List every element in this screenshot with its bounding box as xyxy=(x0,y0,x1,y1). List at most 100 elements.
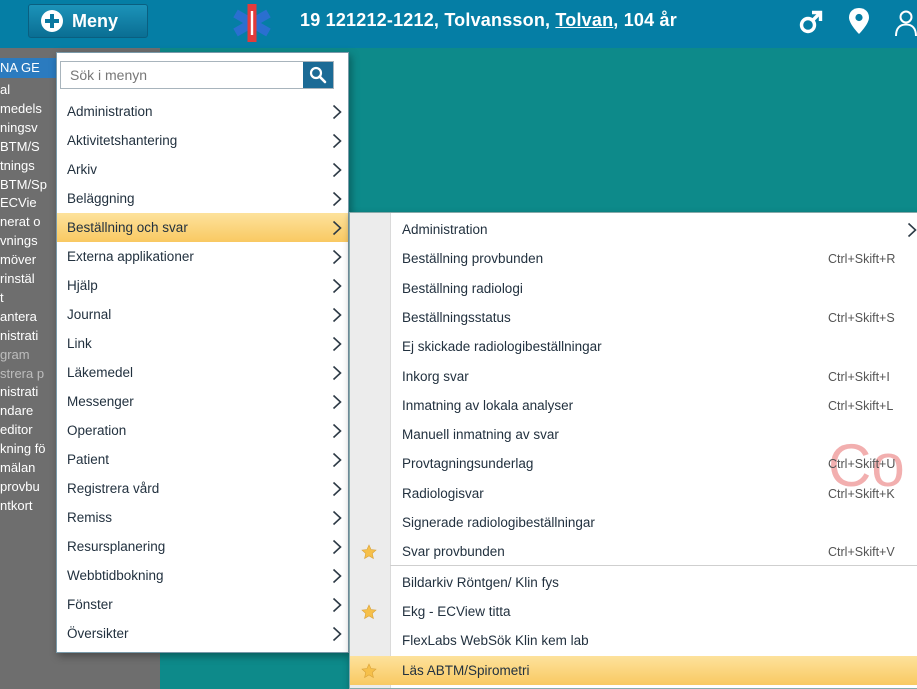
submenu-item-ekg-ecview-titta[interactable]: Ekg - ECView titta xyxy=(350,597,917,626)
menu-item-webbtidbokning[interactable]: Webbtidbokning xyxy=(57,561,348,590)
submenu-item-label: Signerade radiologibeställningar xyxy=(402,515,595,530)
submenu-item-label: Ekg - ECView titta xyxy=(402,603,511,619)
menu-item-label: Arkiv xyxy=(67,162,97,177)
menu-item-hjalp[interactable]: Hjälp xyxy=(57,271,348,300)
submenu-item-bestallning-provbunden[interactable]: Beställning provbunden Ctrl+Skift+R xyxy=(350,244,917,273)
chevron-right-icon xyxy=(332,481,342,497)
chevron-right-icon xyxy=(332,597,342,613)
menu-item-externa-applikationer[interactable]: Externa applikationer xyxy=(57,242,348,271)
menu-item-administration[interactable]: Administration xyxy=(57,97,348,126)
menu-item-resursplanering[interactable]: Resursplanering xyxy=(57,532,348,561)
menu-item-label: Messenger xyxy=(67,394,134,409)
main-menu: Administration Aktivitetshantering Arkiv Be… xyxy=(56,52,349,653)
keyboard-shortcut: Ctrl+Skift+U xyxy=(828,457,896,472)
submenu-item-label: Manuell inmatning av svar xyxy=(402,427,559,443)
keyboard-shortcut: Ctrl+Skift+V xyxy=(828,545,895,560)
keyboard-shortcut: Ctrl+Skift+L xyxy=(828,398,894,413)
menu-item-label: Webbtidbokning xyxy=(67,568,164,583)
chevron-right-icon xyxy=(332,365,342,381)
menu-item-label: Hjälp xyxy=(67,278,98,293)
menu-item-label: Externa applikationer xyxy=(67,249,194,264)
top-bar: Meny 19 121212-1212, Tolvansson, Tolvan,… xyxy=(0,0,917,48)
user-icon[interactable] xyxy=(894,9,917,37)
submenu-item-inkorg-svar[interactable]: Inkorg svar Ctrl+Skift+I xyxy=(350,362,917,391)
submenu-item-label: Bildarkiv Röntgen/ Klin fys xyxy=(402,574,559,590)
plus-icon xyxy=(41,10,63,32)
menu-item-arkiv[interactable]: Arkiv xyxy=(57,155,348,184)
patient-nickname[interactable]: Tolvan xyxy=(555,10,613,30)
menu-item-oversikter[interactable]: Översikter xyxy=(57,619,348,648)
patient-id: 19 121212-1212, xyxy=(300,10,440,30)
menu-list: Administration Aktivitetshantering Arkiv Be… xyxy=(57,97,348,648)
menu-item-journal[interactable]: Journal xyxy=(57,300,348,329)
submenu-item-inmatning-av-lokala-analyser[interactable]: Inmatning av lokala analyser Ctrl+Skift+L xyxy=(350,391,917,420)
menu-search-input[interactable] xyxy=(61,62,301,88)
chevron-right-icon xyxy=(332,191,342,207)
chevron-right-icon xyxy=(332,539,342,555)
keyboard-shortcut: Ctrl+Skift+K xyxy=(828,486,895,501)
menu-item-registrera-vard[interactable]: Registrera vård xyxy=(57,474,348,503)
submenu-item-label: FlexLabs WebSök Klin kem lab xyxy=(402,633,589,649)
menu-item-label: Läkemedel xyxy=(67,365,134,380)
favorite-star-icon[interactable] xyxy=(361,662,377,679)
chevron-right-icon xyxy=(332,133,342,149)
chevron-right-icon xyxy=(332,220,342,236)
submenu-item-signerade-radiologibestallningar[interactable]: Signerade radiologibeställningar xyxy=(350,508,917,537)
submenu-item-label: Provtagningsunderlag xyxy=(402,456,534,472)
submenu-item-administration[interactable]: Administration xyxy=(350,215,917,244)
menu-item-belaggning[interactable]: Beläggning xyxy=(57,184,348,213)
menu-item-bestallning-och-svar[interactable]: Beställning och svar xyxy=(57,213,348,242)
search-button[interactable] xyxy=(303,62,333,88)
menu-item-messenger[interactable]: Messenger xyxy=(57,387,348,416)
menu-item-operation[interactable]: Operation xyxy=(57,416,348,445)
submenu-item-label: Radiologisvar xyxy=(402,485,484,501)
menu-button-label: Meny xyxy=(72,10,119,31)
submenu-item-label: Beställningsstatus xyxy=(402,309,511,325)
chevron-right-icon xyxy=(332,162,342,178)
chevron-right-icon xyxy=(332,510,342,526)
favorite-star-icon[interactable] xyxy=(361,544,377,560)
submenu-item-label: Inkorg svar xyxy=(402,368,469,384)
menu-item-label: Patient xyxy=(67,452,110,467)
chevron-right-icon xyxy=(332,452,342,468)
chevron-right-icon xyxy=(332,249,342,265)
menu-item-link[interactable]: Link xyxy=(57,329,348,358)
submenu-item-provtagningsunderlag[interactable]: Provtagningsunderlag Ctrl+Skift+U xyxy=(350,449,917,478)
menu-item-label: Link xyxy=(67,336,92,351)
submenu-item-las-abtm-spirometri[interactable]: Läs ABTM/Spirometri xyxy=(350,655,917,685)
chevron-right-icon xyxy=(332,568,342,584)
chevron-right-icon xyxy=(332,423,342,439)
male-gender-icon xyxy=(799,10,823,34)
submenu-item-svar-provbunden[interactable]: Svar provbunden Ctrl+Skift+V xyxy=(350,537,917,566)
chevron-right-icon xyxy=(332,104,342,120)
submenu-item-manuell-inmatning-av-svar[interactable]: Manuell inmatning av svar xyxy=(350,420,917,449)
menu-item-label: Aktivitetshantering xyxy=(67,133,178,148)
submenu-item-ej-skickade-radiologibestallningar[interactable]: Ej skickade radiologibeställningar xyxy=(350,332,917,361)
menu-item-label: Beställning och svar xyxy=(67,220,188,235)
menu-button[interactable]: Meny xyxy=(28,4,148,38)
chevron-right-icon xyxy=(332,278,342,294)
menu-item-label: Operation xyxy=(67,423,127,438)
menu-item-lakemedel[interactable]: Läkemedel xyxy=(57,358,348,387)
menu-item-label: Journal xyxy=(67,307,112,322)
menu-item-remiss[interactable]: Remiss xyxy=(57,503,348,532)
favorite-star-icon[interactable] xyxy=(361,604,377,620)
submenu-item-flexlabs-websok-klin-kem-lab[interactable]: FlexLabs WebSök Klin kem lab xyxy=(350,626,917,655)
keyboard-shortcut: Ctrl+Skift+S xyxy=(828,310,895,325)
menu-item-patient[interactable]: Patient xyxy=(57,445,348,474)
submenu-item-label: Läs ABTM/Spirometri xyxy=(402,662,530,678)
chevron-right-icon xyxy=(332,307,342,323)
submenu-item-bestallning-radiologi[interactable]: Beställning radiologi xyxy=(350,274,917,303)
submenu-item-bestallningsstatus[interactable]: Beställningsstatus Ctrl+Skift+S xyxy=(350,303,917,332)
menu-item-aktivitetshantering[interactable]: Aktivitetshantering xyxy=(57,126,348,155)
submenu-item-bildarkiv-rontgen-klin-fys[interactable]: Bildarkiv Röntgen/ Klin fys xyxy=(350,568,917,597)
patient-surname: Tolvansson, xyxy=(444,10,551,30)
patient-age: , 104 år xyxy=(613,10,677,30)
menu-item-label: Resursplanering xyxy=(67,539,166,554)
submenu-item-label: Beställning provbunden xyxy=(402,251,544,267)
menu-item-label: Översikter xyxy=(67,626,129,641)
menu-item-fonster[interactable]: Fönster xyxy=(57,590,348,619)
submenu-item-radiologisvar[interactable]: Radiologisvar Ctrl+Skift+K xyxy=(350,479,917,508)
keyboard-shortcut: Ctrl+Skift+R xyxy=(828,252,896,267)
location-pin-icon[interactable] xyxy=(847,7,871,35)
